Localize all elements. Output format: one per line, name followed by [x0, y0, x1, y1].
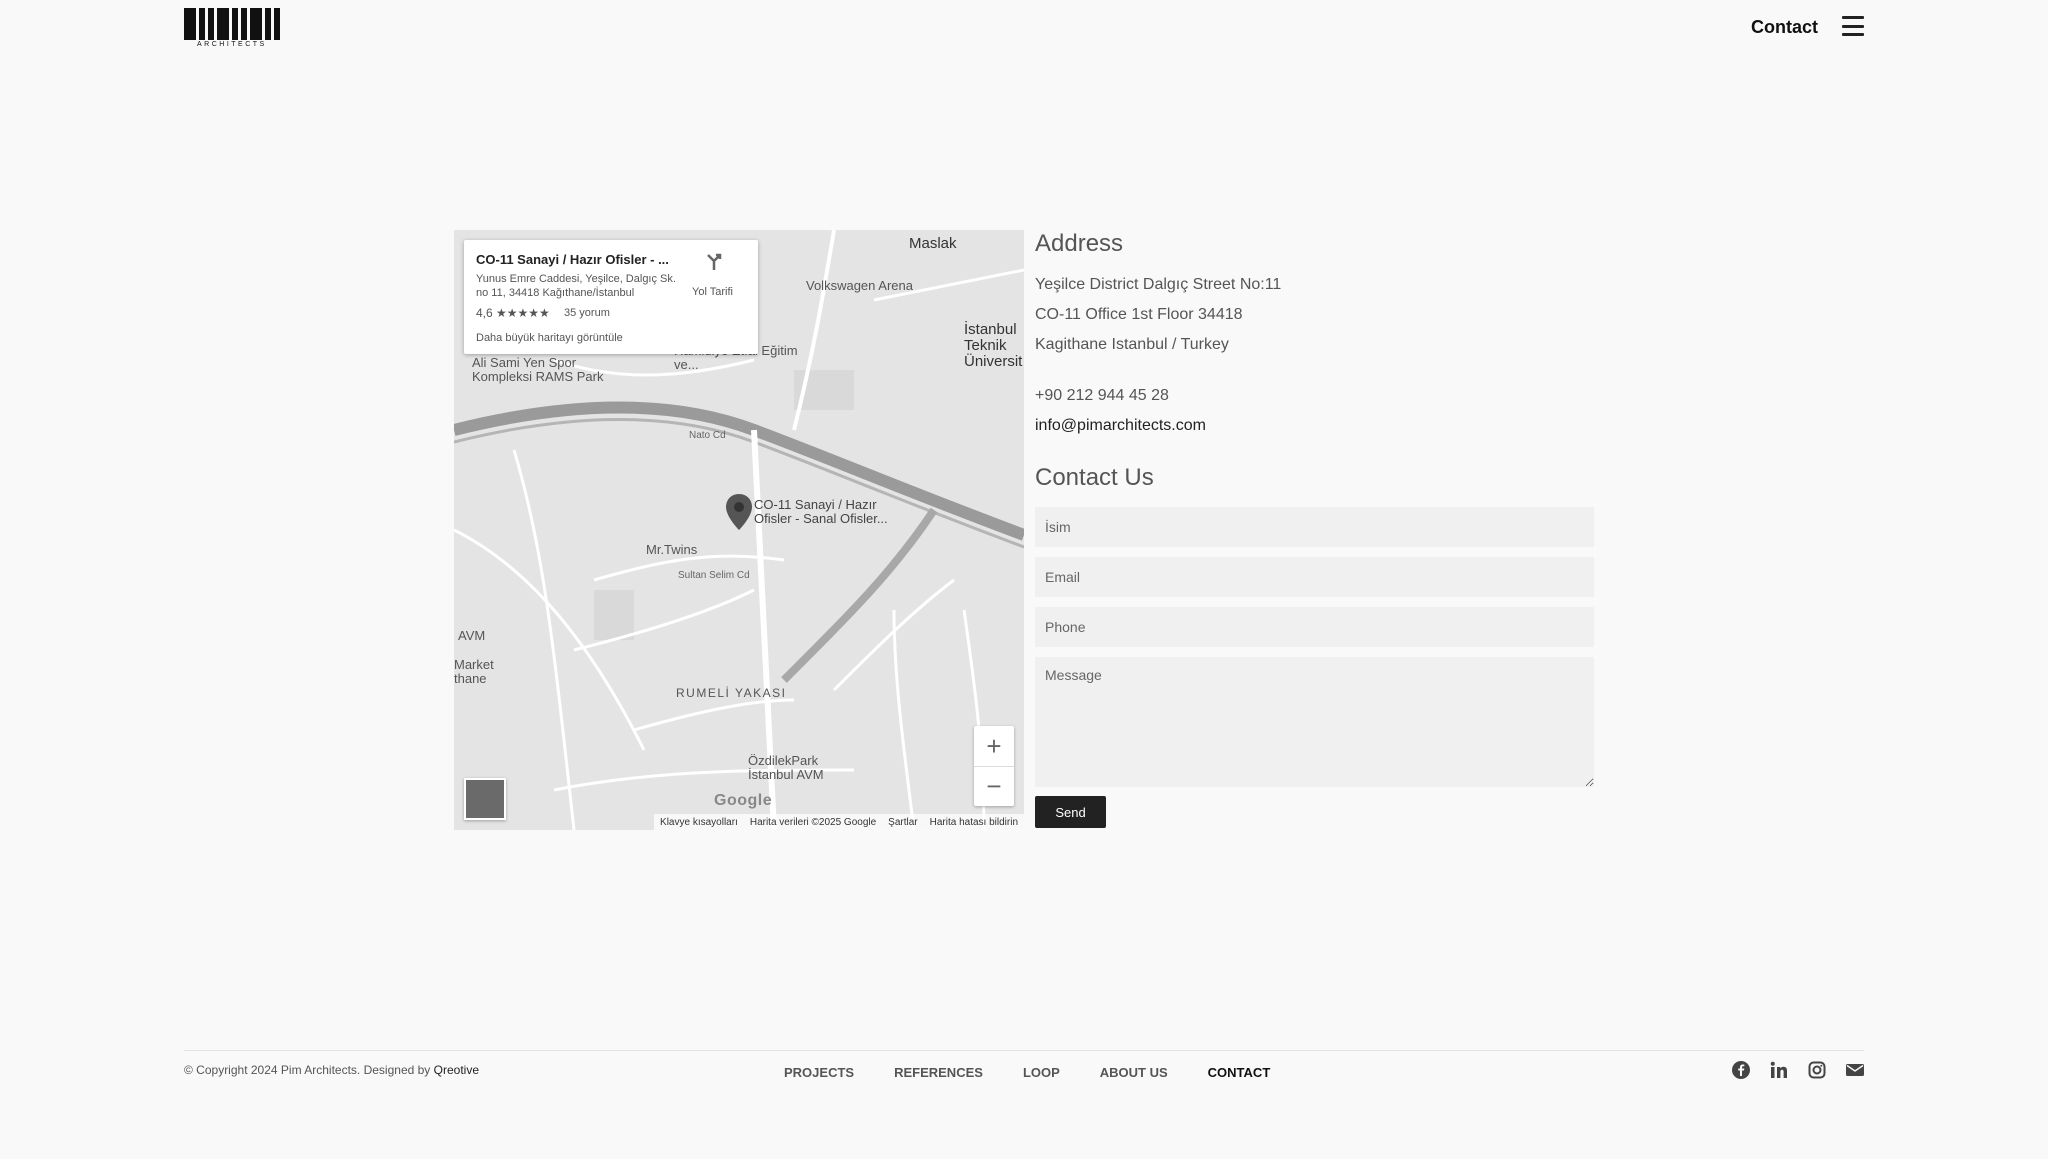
- directions-link[interactable]: Yol Tarifi: [692, 286, 733, 298]
- mail-icon[interactable]: [1846, 1061, 1864, 1079]
- map-label-avm: AVM: [458, 628, 486, 643]
- map-label-rumeli: RUMELİ YAKASI: [676, 686, 787, 700]
- copyright-label: © Copyright 2024 Pim Architects. Designe…: [184, 1063, 431, 1077]
- phone-input[interactable]: [1035, 607, 1594, 647]
- facebook-icon[interactable]: [1732, 1061, 1750, 1079]
- footer-nav-references[interactable]: REFERENCES: [894, 1065, 983, 1080]
- send-button[interactable]: Send: [1035, 796, 1106, 828]
- footer-nav-about-us[interactable]: ABOUT US: [1100, 1065, 1168, 1080]
- phone-number[interactable]: +90 212 944 45 28: [1035, 387, 1169, 405]
- instagram-icon[interactable]: [1808, 1061, 1826, 1079]
- map-label-ali-sami: Ali Sami Yen Spor Kompleksi RAMS Park: [472, 355, 604, 384]
- google-map[interactable]: Maslak Volkswagen Arena İstanbul Teknik …: [454, 230, 1024, 830]
- copyright-text: © Copyright 2024 Pim Architects. Designe…: [184, 1063, 479, 1077]
- logo-mark: [184, 8, 280, 40]
- map-attribution: Klavye kısayolları Harita verileri ©2025…: [654, 814, 1024, 830]
- place-rating: 4,6 ★★★★★: [476, 306, 550, 320]
- keyboard-shortcuts-link[interactable]: Klavye kısayolları: [660, 817, 738, 828]
- place-title: CO-11 Sanayi / Hazır Ofisler - ...: [476, 252, 669, 267]
- google-logo: Google: [714, 792, 773, 809]
- email-link[interactable]: info@pimarchitects.com: [1035, 417, 1206, 435]
- map-label-itu: İstanbul Teknik Üniversit: [964, 321, 1023, 370]
- map-label-mr-twins: Mr.Twins: [646, 542, 698, 557]
- bigger-map-link[interactable]: Daha büyük haritayı görüntüle: [476, 332, 623, 344]
- footer-nav-loop[interactable]: LOOP: [1023, 1065, 1060, 1080]
- map-label-maslak: Maslak: [909, 235, 957, 252]
- map-layer-toggle[interactable]: [464, 778, 506, 820]
- address-line-3: Kagithane Istanbul / Turkey: [1035, 336, 1229, 353]
- nav-contact-link[interactable]: Contact: [1751, 17, 1818, 38]
- contact-us-title: Contact Us: [1035, 464, 1154, 491]
- directions-icon[interactable]: [704, 252, 724, 272]
- zoom-in-button[interactable]: +: [974, 726, 1014, 766]
- name-input[interactable]: [1035, 507, 1594, 547]
- map-label-sultan: Sultan Selim Cd: [678, 570, 750, 581]
- address-title: Address: [1035, 230, 1124, 257]
- social-links: [1732, 1061, 1864, 1079]
- map-label-market: Market thane: [454, 657, 494, 686]
- map-pin-icon[interactable]: [726, 494, 752, 530]
- designer-link[interactable]: Qreotive: [434, 1063, 479, 1077]
- map-label-ozdilek: ÖzdilekPark İstanbul AVM: [748, 753, 824, 782]
- zoom-out-button[interactable]: −: [974, 766, 1014, 806]
- email-input[interactable]: [1035, 557, 1594, 597]
- place-address: Yunus Emre Caddesi, Yeşilce, Dalgıç Sk. …: [476, 273, 676, 299]
- report-error-link[interactable]: Harita hatası bildirin: [930, 817, 1018, 828]
- footer-nav-contact[interactable]: CONTACT: [1208, 1065, 1271, 1080]
- hamburger-menu-icon[interactable]: [1842, 16, 1864, 36]
- map-data-text: Harita verileri ©2025 Google: [749, 816, 877, 828]
- address-line-2: CO-11 Office 1st Floor 34418: [1035, 306, 1243, 323]
- map-zoom-controls: + −: [974, 726, 1014, 806]
- map-label-vw-arena: Volkswagen Arena: [806, 278, 913, 293]
- place-reviews-link[interactable]: 35 yorum: [564, 307, 610, 319]
- footer-nav: PROJECTS REFERENCES LOOP ABOUT US CONTAC…: [784, 1065, 1270, 1080]
- message-textarea[interactable]: [1035, 657, 1594, 787]
- place-info-card: CO-11 Sanayi / Hazır Ofisler - ... Yunus…: [464, 240, 758, 354]
- map-label-nato: Nato Cd: [689, 430, 726, 441]
- linkedin-icon[interactable]: [1770, 1061, 1788, 1079]
- map-pin-label: CO-11 Sanayi / Hazır Ofisler - Sanal Ofi…: [754, 497, 888, 526]
- footer-nav-projects[interactable]: PROJECTS: [784, 1065, 854, 1080]
- logo-subtitle: ARCHITECTS: [197, 41, 267, 48]
- address-line-1: Yeşilce District Dalgıç Street No:11: [1035, 276, 1282, 293]
- site-header: ARCHITECTS Contact: [184, 0, 1864, 56]
- logo[interactable]: ARCHITECTS: [184, 8, 280, 50]
- site-footer: © Copyright 2024 Pim Architects. Designe…: [184, 1050, 1864, 1110]
- terms-link[interactable]: Şartlar: [888, 817, 917, 828]
